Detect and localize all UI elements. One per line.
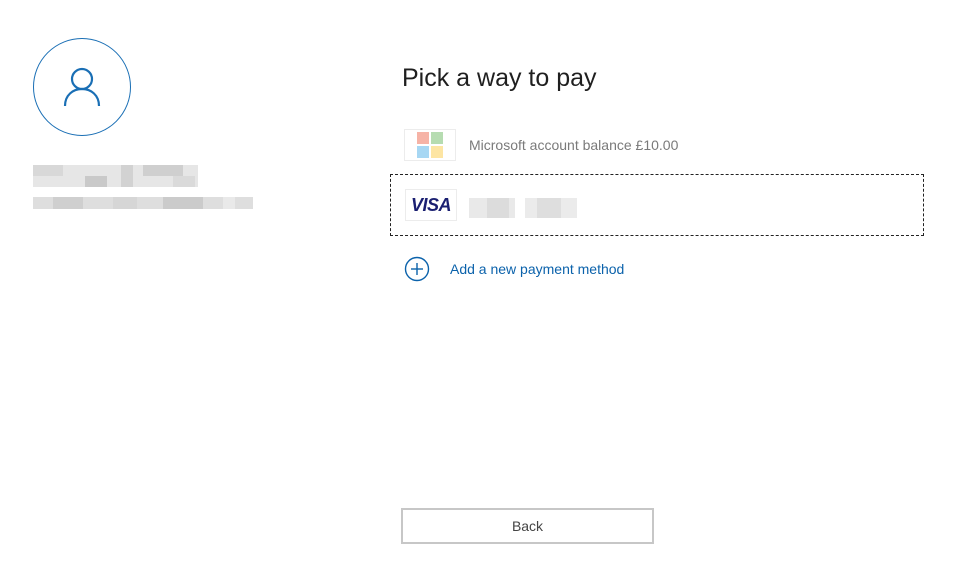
add-payment-method-link[interactable]: Add a new payment method: [404, 256, 624, 282]
visa-brand-text: VISA: [410, 194, 452, 215]
redacted-account-email: [33, 197, 253, 209]
account-avatar: [33, 38, 131, 136]
add-payment-method-label: Add a new payment method: [450, 261, 625, 277]
account-balance-label: Microsoft account balance £10.00: [469, 137, 679, 153]
redacted-card-number: [469, 198, 581, 218]
payment-option-account-balance[interactable]: Microsoft account balance £10.00: [390, 126, 924, 166]
microsoft-logo-icon: [404, 129, 456, 161]
visa-logo-icon: VISA: [405, 189, 457, 221]
payment-option-visa-card[interactable]: VISA: [390, 174, 924, 236]
back-button[interactable]: Back: [401, 508, 654, 544]
page-title: Pick a way to pay: [402, 64, 597, 92]
person-icon: [63, 67, 101, 107]
plus-circle-icon: [404, 256, 430, 282]
redacted-account-name: [33, 165, 198, 187]
